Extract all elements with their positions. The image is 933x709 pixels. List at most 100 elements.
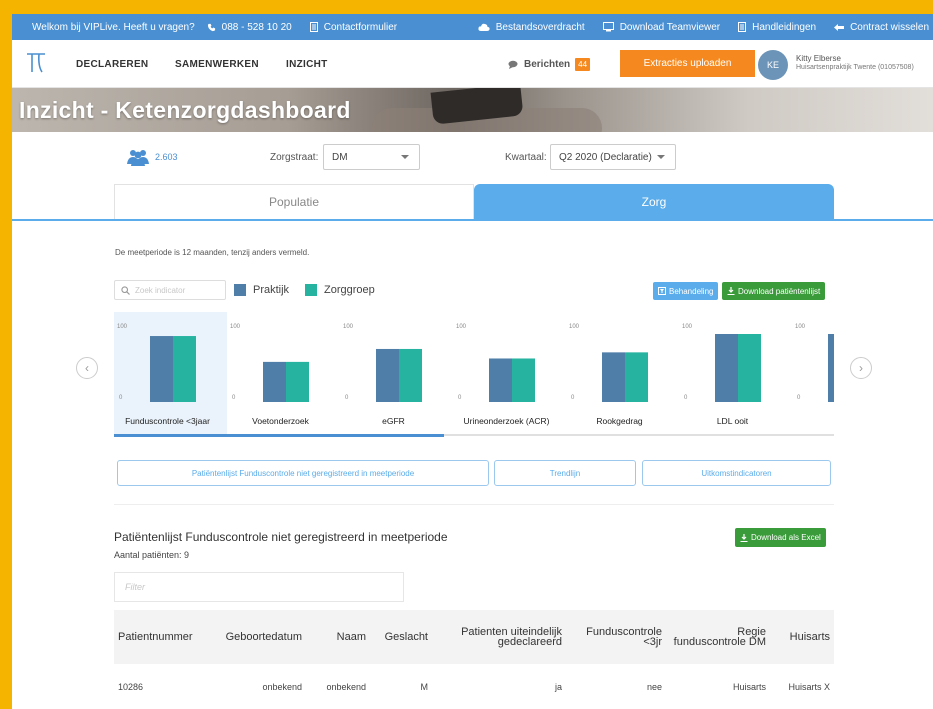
- zorgstraat-select[interactable]: DM: [323, 144, 420, 170]
- category-label: eGFR: [382, 416, 405, 426]
- tab-populatie[interactable]: Populatie: [114, 184, 474, 219]
- monitor-icon: [602, 22, 614, 32]
- switch-contract-link[interactable]: Contract wisselen: [834, 22, 929, 33]
- subtab-trendlijn[interactable]: Trendlijn: [494, 460, 636, 486]
- bar-praktijk: [376, 348, 399, 402]
- subtab-patientenlijst[interactable]: Patiëntenlijst Funduscontrole niet gereg…: [117, 460, 489, 486]
- bar-praktijk: [263, 361, 286, 402]
- message-count-badge: 44: [575, 58, 591, 71]
- bar-zorggroep: [286, 361, 309, 402]
- phone-icon: [207, 23, 215, 31]
- col-patientnummer[interactable]: Patientnummer: [114, 610, 212, 664]
- contact-link[interactable]: Contactformulier: [309, 22, 397, 33]
- chevron-down-icon: [401, 155, 409, 159]
- col-gedeclareerd[interactable]: Patienten uiteindelijk gedeclareerd: [432, 610, 566, 664]
- tick-label-max: 100: [682, 324, 693, 330]
- indicator-search[interactable]: [114, 280, 226, 300]
- cloud-upload-icon: [478, 23, 490, 31]
- category-label: Urineonderzoek (ACR): [464, 416, 550, 426]
- indicator-panel[interactable]: [792, 312, 834, 434]
- table-filter-input[interactable]: [125, 582, 385, 592]
- download-icon: [740, 533, 748, 542]
- col-huisarts[interactable]: Huisarts: [770, 610, 834, 664]
- download-patientlist-button[interactable]: Download patiëntenlijst: [722, 282, 826, 300]
- tick-label-max: 100: [117, 324, 128, 330]
- cell-patientnummer: 10286: [114, 664, 212, 709]
- table-filter[interactable]: [114, 572, 404, 602]
- welcome-text: Welkom bij VIPLive. Heeft u vragen?: [32, 21, 195, 33]
- chevron-left-icon: ‹: [85, 361, 89, 375]
- logo-icon[interactable]: [26, 52, 46, 74]
- col-naam[interactable]: Naam: [306, 610, 370, 664]
- upload-extractions-button[interactable]: Extracties uploaden: [620, 50, 755, 77]
- nav-samenwerken[interactable]: SAMENWERKEN: [175, 59, 259, 70]
- avatar[interactable]: KE: [758, 50, 788, 80]
- manuals-link[interactable]: Handleidingen: [738, 22, 816, 33]
- users-icon: [127, 150, 149, 166]
- tick-label-max: 100: [456, 324, 467, 330]
- bar-praktijk: [489, 358, 512, 402]
- tick-label-max: 100: [343, 324, 354, 330]
- bar-praktijk: [150, 336, 173, 402]
- page-title: Inzicht - Ketenzorgdashboard: [19, 97, 351, 123]
- bar-zorggroep: [512, 358, 535, 402]
- document-icon: [309, 22, 318, 32]
- app-frame: Welkom bij VIPLive. Heeft u vragen? 088 …: [12, 14, 933, 709]
- main-tabs: Populatie Zorg: [12, 184, 933, 221]
- col-geslacht[interactable]: Geslacht: [370, 610, 432, 664]
- carousel-next-button[interactable]: ›: [850, 357, 872, 379]
- tab-zorg[interactable]: Zorg: [474, 184, 834, 219]
- col-regie[interactable]: Regie funduscontrole DM: [666, 610, 770, 664]
- patient-count: 2.603: [127, 148, 178, 166]
- indicator-search-input[interactable]: [135, 285, 215, 295]
- download-icon: [727, 287, 735, 295]
- info-bar: Welkom bij VIPLive. Heeft u vragen? 088 …: [12, 14, 933, 40]
- switch-icon: [834, 23, 845, 31]
- download-excel-button[interactable]: Download als Excel: [735, 528, 826, 547]
- subtab-uitkomstindicatoren[interactable]: Uitkomstindicatoren: [642, 460, 831, 486]
- section-divider: [114, 504, 834, 505]
- indicator-chart-carousel: 1000Funduscontrole <3jaar1000Voetonderzo…: [114, 312, 834, 434]
- cell-geboortedatum: onbekend: [212, 664, 306, 709]
- legend-swatch-praktijk: [234, 284, 246, 296]
- kwartaal-select[interactable]: Q2 2020 (Declaratie): [550, 144, 676, 170]
- nav-declareren[interactable]: DECLAREREN: [76, 59, 148, 70]
- category-label: Funduscontrole <3jaar: [125, 416, 210, 426]
- legend-swatch-zorggroep: [305, 284, 317, 296]
- berichten-link[interactable]: Berichten 44: [508, 58, 591, 71]
- teamviewer-link[interactable]: Download Teamviewer: [602, 22, 720, 33]
- bar-praktijk: [715, 334, 738, 402]
- search-icon: [121, 285, 130, 295]
- category-label: LDL ooit: [717, 416, 749, 426]
- chevron-right-icon: ›: [859, 361, 863, 375]
- patient-count-label: Aantal patiënten: 9: [114, 550, 190, 560]
- behandeling-button[interactable]: Behandeling: [653, 282, 719, 300]
- bar-praktijk: [602, 352, 625, 402]
- bar-zorggroep: [173, 336, 196, 402]
- bar-praktijk: [828, 334, 834, 402]
- col-funduscontrole[interactable]: Funduscontrole <3jr: [566, 610, 666, 664]
- cell-funduscontrole: nee: [566, 664, 666, 709]
- document-icon: [738, 22, 747, 32]
- category-label: Voetonderzoek: [252, 416, 309, 426]
- carousel-progress: [114, 434, 444, 437]
- user-organization: Huisartsenpraktijk Twente (01057508): [796, 64, 914, 71]
- main-navbar: DECLAREREN SAMENWERKEN INZICHT Berichten…: [12, 40, 933, 88]
- bar-zorggroep: [399, 348, 422, 402]
- table-row[interactable]: 10286 onbekend onbekend M ja nee Huisart…: [114, 664, 834, 709]
- cell-geslacht: M: [370, 664, 432, 709]
- filter-row: 2.603 Zorgstraat: DM Kwartaal: Q2 2020 (…: [12, 132, 933, 188]
- table-header-row: Patientnummer Geboortedatum Naam Geslach…: [114, 610, 834, 664]
- legend-praktijk: Praktijk: [234, 284, 289, 296]
- category-label: Rookgedrag: [596, 416, 643, 426]
- carousel-prev-button[interactable]: ‹: [76, 357, 98, 379]
- legend-zorggroep: Zorggroep: [305, 284, 375, 296]
- user-name: Kitty Elberse: [796, 54, 841, 63]
- tick-label-max: 100: [569, 324, 580, 330]
- col-geboortedatum[interactable]: Geboortedatum: [212, 610, 306, 664]
- bar-zorggroep: [738, 334, 761, 402]
- kwartaal-label: Kwartaal:: [505, 152, 547, 163]
- transfer-link[interactable]: Bestandsoverdracht: [478, 22, 585, 33]
- nav-inzicht[interactable]: INZICHT: [286, 59, 328, 70]
- phone-link[interactable]: 088 - 528 10 20: [207, 22, 292, 33]
